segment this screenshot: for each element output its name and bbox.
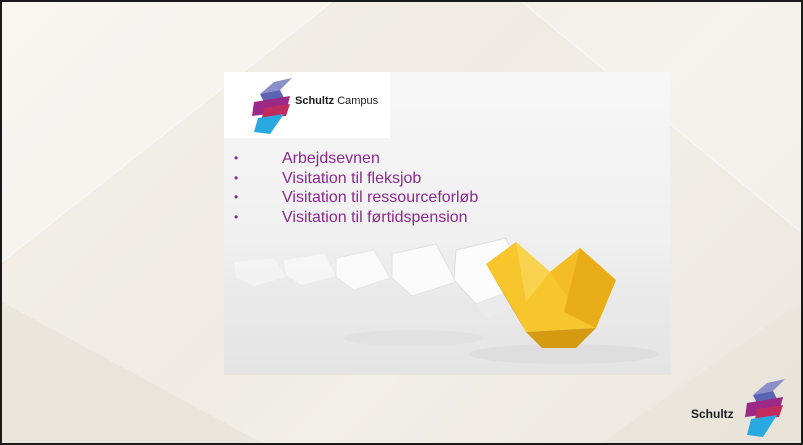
bullet-dot-icon: •: [234, 151, 239, 165]
list-item: • Visitation til ressourceforløb: [234, 188, 478, 208]
logo-brand-bold: Schultz: [295, 95, 335, 107]
schultz-logo-icon: [252, 78, 292, 134]
bullet-dot-icon: •: [234, 170, 239, 185]
bullet-dot-icon: •: [234, 209, 239, 224]
schultz-campus-logo: Schultz Campus: [224, 72, 390, 138]
bullet-label: Visitation til ressourceforløb: [282, 189, 479, 206]
schultz-logo-icon: [745, 379, 785, 437]
bullet-label: Visitation til førtidspension: [282, 208, 468, 226]
list-item: • Visitation til fleksjob: [234, 169, 478, 189]
slide: Schultz Campus • Arbejdsevnen • Visitation…: [0, 0, 803, 445]
footer-schultz-logo: Schultz: [691, 373, 801, 443]
footer-brand-text: Schultz: [691, 407, 734, 421]
bullet-dot-icon: •: [234, 190, 239, 204]
bullet-label: Visitation til fleksjob: [282, 169, 422, 187]
logo-brand-light: Campus: [337, 95, 379, 107]
list-item: • Arbejdsevnen: [234, 149, 478, 169]
list-item: • Visitation til førtidspension: [234, 208, 478, 228]
bullet-list: • Arbejdsevnen • Visitation til fleksjob •…: [234, 149, 478, 227]
logo-wordmark: Schultz Campus: [295, 95, 378, 107]
bullet-label: Arbejdsevnen: [282, 150, 380, 167]
